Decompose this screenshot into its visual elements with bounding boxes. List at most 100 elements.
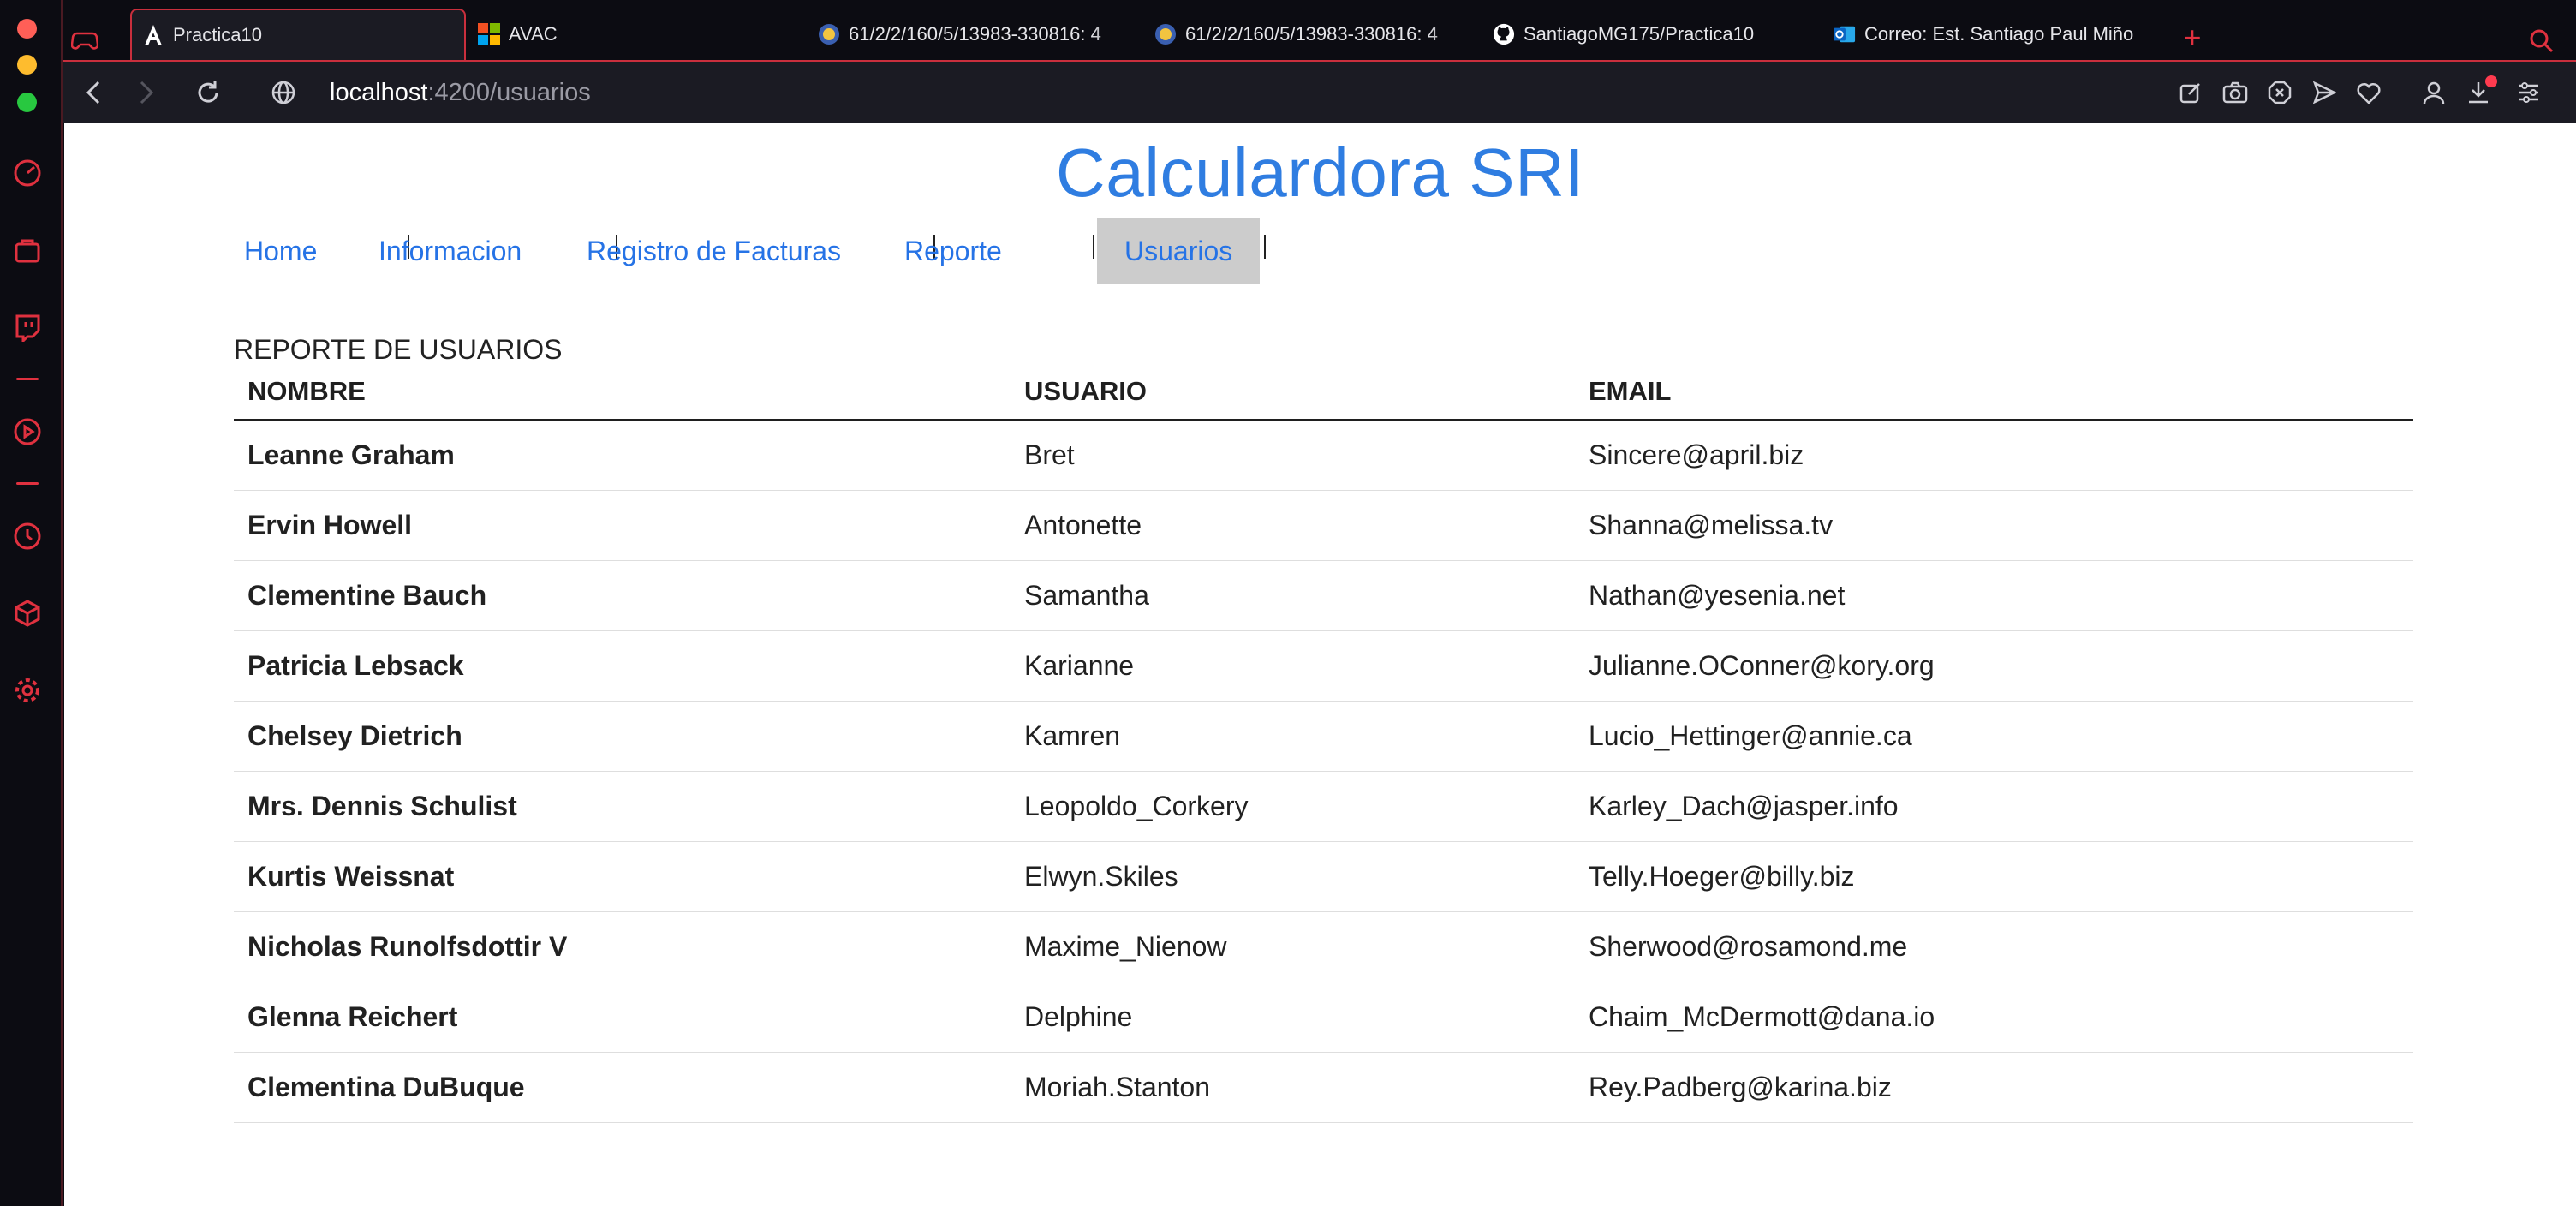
tab-label: AVAC	[509, 23, 558, 45]
cell-email: Chaim_McDermott@dana.io	[1575, 982, 2413, 1053]
column-header-email: EMAIL	[1575, 365, 2413, 421]
outlook-icon	[1834, 23, 1856, 45]
cell-nombre: Nicholas Runolfsdottir V	[234, 911, 1011, 982]
cell-email: Karley_Dach@jasper.info	[1575, 771, 2413, 842]
downloads-icon[interactable]	[2465, 75, 2497, 106]
nav-link-informacion[interactable]: Informacion	[351, 218, 549, 284]
users-report-table: NOMBRE USUARIO EMAIL Leanne Graham Bret Si…	[234, 365, 2413, 1123]
tab-practica10[interactable]: Practica10	[130, 9, 466, 60]
camera-icon[interactable]	[2221, 79, 2249, 106]
cell-usuario: Delphine	[1011, 982, 1575, 1053]
easy-setup-menu-icon[interactable]	[2515, 79, 2543, 106]
cell-usuario: Karianne	[1011, 630, 1575, 702]
cell-email: Shanna@melissa.tv	[1575, 490, 2413, 561]
forward-arrow-icon[interactable]	[131, 77, 162, 108]
search-icon[interactable]	[2529, 15, 2563, 67]
cell-email: Rey.Padberg@karina.biz	[1575, 1052, 2413, 1123]
site-info-globe-icon[interactable]	[268, 77, 299, 108]
university-icon	[818, 23, 840, 45]
extensions-cube-icon[interactable]	[10, 596, 45, 630]
cell-usuario: Elwyn.Skiles	[1011, 841, 1575, 912]
nav-separator	[1264, 235, 1266, 259]
github-icon	[1493, 23, 1515, 45]
edit-icon[interactable]	[2177, 79, 2204, 106]
tab-avac[interactable]: AVAC	[478, 9, 649, 60]
cell-nombre: Ervin Howell	[234, 490, 1011, 561]
cell-nombre: Chelsey Dietrich	[234, 701, 1011, 772]
tab-outlook[interactable]: Correo: Est. Santiago Paul Miño	[1834, 9, 2210, 60]
microsoft-icon	[478, 23, 500, 45]
cell-nombre: Clementina DuBuque	[234, 1052, 1011, 1123]
send-icon[interactable]	[2311, 79, 2338, 106]
tab-github[interactable]: SantiagoMG175/Practica10	[1493, 9, 1818, 60]
table-row: Clementine Bauch Samantha Nathan@yesenia.n…	[234, 560, 2413, 631]
browser-sidebar	[0, 0, 63, 1206]
settings-gear-icon[interactable]	[10, 673, 45, 707]
history-icon[interactable]	[10, 519, 45, 553]
table-row: Ervin Howell Antonette Shanna@melissa.tv	[234, 490, 2413, 561]
nav-separator	[1093, 235, 1094, 259]
zoom-window-button[interactable]	[17, 93, 37, 112]
cell-nombre: Glenna Reichert	[234, 982, 1011, 1053]
close-window-button[interactable]	[17, 19, 37, 39]
sidebar-divider	[16, 482, 39, 485]
cell-nombre: Patricia Lebsack	[234, 630, 1011, 702]
table-row: Glenna Reichert Delphine Chaim_McDermott@d…	[234, 982, 2413, 1053]
section-heading: REPORTE DE USUARIOS	[234, 334, 563, 365]
tab-university-1[interactable]: 61/2/2/160/5/13983-330816: 4	[818, 9, 1139, 60]
table-row: Kurtis Weissnat Elwyn.Skiles Telly.Hoeger@…	[234, 841, 2413, 912]
back-arrow-icon[interactable]	[78, 77, 109, 108]
nav-link-home[interactable]: Home	[217, 218, 344, 284]
download-badge	[2485, 75, 2497, 87]
new-tab-button[interactable]: +	[2175, 12, 2209, 63]
url-path: :4200/usuarios	[427, 79, 591, 106]
table-header-row: NOMBRE USUARIO EMAIL	[234, 365, 2413, 421]
tab-bar: Practica10 AVAC 61/2/2/160/5/13983-33081…	[63, 0, 2576, 63]
page-title: Calculardora SRI	[1055, 134, 1585, 211]
cell-nombre: Kurtis Weissnat	[234, 841, 1011, 912]
cell-usuario: Leopoldo_Corkery	[1011, 771, 1575, 842]
sidebar-divider	[16, 378, 39, 380]
cell-email: Julianne.OConner@kory.org	[1575, 630, 2413, 702]
nav-link-reporte[interactable]: Reporte	[877, 218, 1029, 284]
column-header-nombre: NOMBRE	[234, 365, 1011, 421]
cell-email: Lucio_Hettinger@annie.ca	[1575, 701, 2413, 772]
heart-icon[interactable]	[2355, 79, 2382, 106]
tab-label: Correo: Est. Santiago Paul Miño	[1864, 23, 2134, 45]
cell-usuario: Bret	[1011, 420, 1575, 491]
nav-link-usuarios[interactable]: Usuarios	[1097, 218, 1261, 284]
reload-icon[interactable]	[193, 77, 224, 108]
cell-nombre: Clementine Bauch	[234, 560, 1011, 631]
cell-email: Nathan@yesenia.net	[1575, 560, 2413, 631]
cell-usuario: Samantha	[1011, 560, 1575, 631]
tab-label: Practica10	[173, 24, 262, 45]
adblock-icon[interactable]	[2266, 79, 2293, 106]
cell-email: Sherwood@rosamond.me	[1575, 911, 2413, 982]
tab-university-2[interactable]: 61/2/2/160/5/13983-330816: 4	[1154, 9, 1476, 60]
bag-icon[interactable]	[10, 233, 45, 267]
university-icon	[1154, 23, 1177, 45]
profile-icon[interactable]	[2420, 79, 2448, 106]
cell-usuario: Antonette	[1011, 490, 1575, 561]
url-host: localhost	[330, 79, 428, 106]
cell-email: Sincere@april.biz	[1575, 420, 2413, 491]
tab-label: 61/2/2/160/5/13983-330816: 4	[849, 23, 1101, 45]
table-row: Nicholas Runolfsdottir V Maxime_Nienow She…	[234, 911, 2413, 982]
cell-nombre: Leanne Graham	[234, 420, 1011, 491]
address-bar: localhost:4200/usuarios	[63, 60, 2576, 123]
table-row: Leanne Graham Bret Sincere@april.biz	[234, 420, 2413, 491]
table-row: Mrs. Dennis Schulist Leopoldo_Corkery Karl…	[234, 771, 2413, 842]
cell-nombre: Mrs. Dennis Schulist	[234, 771, 1011, 842]
url-field[interactable]: localhost:4200/usuarios	[330, 77, 591, 108]
cell-usuario: Maxime_Nienow	[1011, 911, 1575, 982]
tab-label: SantiagoMG175/Practica10	[1524, 23, 1755, 45]
table-row: Chelsey Dietrich Kamren Lucio_Hettinger@an…	[234, 701, 2413, 772]
gamepad-icon[interactable]	[71, 15, 105, 67]
player-icon[interactable]	[10, 415, 45, 449]
twitch-icon[interactable]	[10, 310, 45, 344]
column-header-usuario: USUARIO	[1011, 365, 1575, 421]
minimize-window-button[interactable]	[17, 55, 37, 75]
table-row: Patricia Lebsack Karianne Julianne.OConner…	[234, 630, 2413, 702]
speed-dial-icon[interactable]	[10, 156, 45, 190]
nav-link-registro-facturas[interactable]: Registro de Facturas	[559, 218, 868, 284]
